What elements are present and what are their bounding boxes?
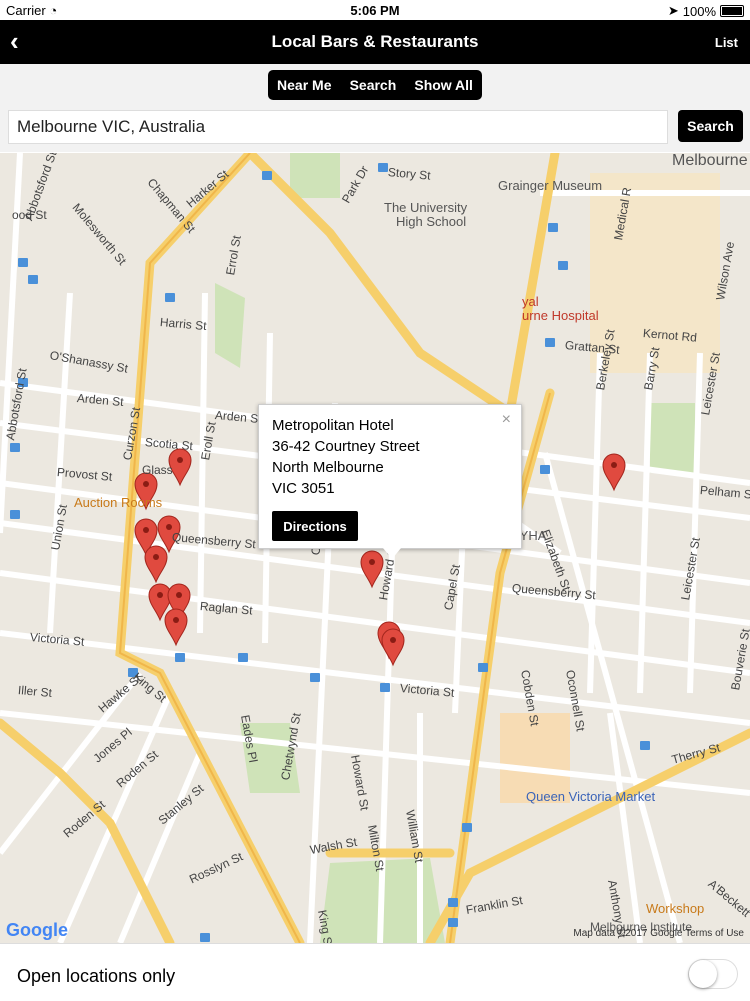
popup-address-line3: VIC 3051 [272,480,335,497]
street-label: ood St [12,208,47,222]
map-attribution[interactable]: Map data ©2017 Google Terms of Use [573,928,744,939]
segment-show-all[interactable]: Show All [414,77,473,93]
bottom-bar: Open locations only [0,943,750,1001]
popup-address-line2: North Melbourne [272,459,384,476]
poi-label[interactable]: Auction Rooms [74,495,162,510]
map-pin-icon[interactable] [164,608,188,647]
poi-label[interactable]: The University [384,200,467,215]
popup-title: Metropolitan Hotel [272,417,394,434]
poi-label[interactable]: Melbourne [672,153,748,170]
clock: 5:06 PM [350,3,400,18]
location-arrow-icon: ➤ [667,3,679,18]
battery-status: ➤ 100% [668,3,744,19]
poi-label[interactable]: Workshop [646,901,704,916]
poi-label[interactable]: High School [396,214,466,229]
status-bar: Carrier ◔ 5:06 PM ➤ 100% [0,0,750,20]
nav-bar: ‹ Local Bars & Restaurants List [0,20,750,64]
toggle-knob [689,960,717,988]
park-area [650,403,695,473]
map-pin-icon[interactable] [602,453,626,492]
open-locations-toggle[interactable] [688,959,738,989]
poi-label[interactable]: yal [522,294,539,309]
poi-label[interactable]: urne Hospital [522,308,599,323]
search-input[interactable] [8,110,668,144]
park-area [215,283,245,368]
segment-search[interactable]: Search [350,77,397,93]
battery-icon [720,5,744,17]
map-pin-icon[interactable] [144,545,168,584]
page-title: Local Bars & Restaurants [271,32,479,51]
map-pin-icon[interactable] [381,628,405,667]
segment-near-me[interactable]: Near Me [277,77,331,93]
map-view[interactable]: Harker St Abbotsford St Molesworth St Chapm… [0,153,750,943]
poi-label[interactable]: Queen Victoria Market [526,789,655,804]
google-logo: Google [6,920,68,940]
search-row: Search [0,106,750,152]
park-area [290,153,340,198]
poi-label[interactable]: Grainger Museum [498,178,602,193]
street-label: Iller St [17,683,53,700]
search-button[interactable]: Search [678,110,743,142]
open-locations-label: Open locations only [17,966,176,986]
close-icon[interactable]: × [502,411,511,429]
segmented-control: Near Me Search Show All [268,70,482,100]
popup-address-line1: 36-42 Courtney Street [272,438,420,455]
street-label: Glass [142,463,173,477]
list-button[interactable]: List [715,35,738,50]
directions-button[interactable]: Directions [272,511,358,541]
location-popup[interactable]: × Metropolitan Hotel 36-42 Courtney Stre… [258,404,522,559]
segment-bar: Near Me Search Show All [0,64,750,106]
